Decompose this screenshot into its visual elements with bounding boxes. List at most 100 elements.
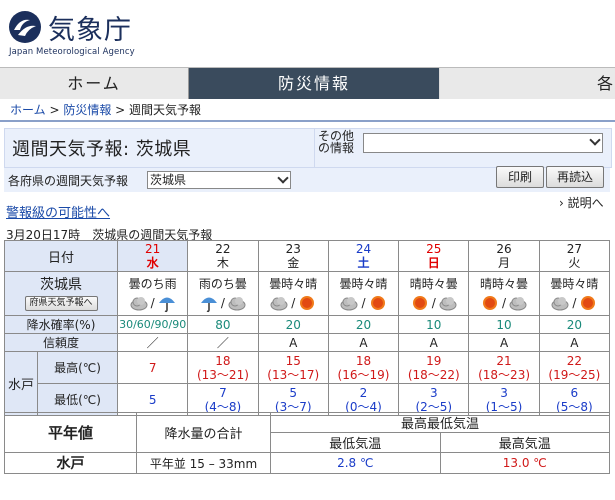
logo-text-jp[interactable]: 気象庁	[48, 8, 132, 47]
max-temp: 21	[496, 353, 512, 368]
min-temp: 2	[359, 385, 368, 400]
day-of-week: 火	[568, 256, 581, 270]
sun-icon	[483, 295, 498, 310]
max-temp: 18	[215, 353, 231, 368]
pref-select[interactable]: 茨城県	[147, 171, 291, 189]
reliability-cell: A	[468, 333, 540, 352]
min-temp: 3	[429, 385, 438, 400]
slash-separator: /	[361, 295, 366, 310]
max-temp: 19	[426, 353, 442, 368]
min-temp: 5	[289, 385, 298, 400]
reliability-cell: ／	[117, 333, 189, 352]
explanation-link-label: 説明へ	[567, 196, 604, 210]
reliability-cell: A	[327, 333, 400, 352]
nav-bousai[interactable]: 防災情報	[189, 68, 439, 99]
pop-label: 降水確率(%)	[3, 315, 119, 334]
weather-cell: 曇時々晴 /	[257, 271, 329, 316]
max-temp-normal-label: 最高気温	[439, 432, 610, 453]
min-temp-cell: 3 (2～5)	[398, 383, 470, 416]
pop-cell: 20	[327, 315, 400, 334]
region-cell: 茨城県 府県天気予報へ	[3, 271, 119, 316]
slash-separator: /	[220, 295, 225, 310]
weather-cell: 晴時々曇 /	[398, 271, 470, 316]
min-temp-label: 最低(℃)	[36, 383, 119, 416]
normals-value-row: 水戸 平年並 15 – 33mm 2.8 ℃ 13.0 ℃	[4, 452, 610, 474]
min-temp: 3	[500, 385, 508, 400]
sun-icon	[370, 295, 385, 310]
day-of-week: 土	[357, 256, 370, 270]
pop-cell: 80	[187, 315, 259, 334]
cloud-icon	[228, 296, 246, 310]
max-temp: 22	[566, 353, 582, 368]
weather-cell: 晴時々曇 /	[468, 271, 540, 316]
global-nav: ホーム 防災情報 各	[0, 67, 615, 99]
slash-separator: /	[150, 295, 155, 310]
page-title: 週間天気予報: 茨城県	[12, 139, 192, 160]
slash-separator: /	[431, 295, 436, 310]
max-temp-row: 水戸 最高(℃) 7 18 (13～21) 15 (13～17) 18 (16～19)…	[4, 351, 611, 416]
print-button[interactable]: 印刷	[496, 166, 544, 188]
date-number: 21	[145, 242, 161, 256]
max-temp-range: (19～25)	[548, 367, 601, 382]
nav-more[interactable]: 各	[440, 68, 615, 99]
weather-text: 晴時々曇	[409, 276, 458, 291]
nav-home[interactable]: ホーム	[0, 68, 189, 99]
min-temp-cell: 3 (1～5)	[468, 383, 540, 416]
max-temp-cell: 18 (13～21)	[187, 351, 259, 384]
min-temp: 5	[148, 392, 157, 407]
sun-icon	[300, 295, 315, 310]
day-of-week: 木	[216, 256, 229, 270]
max-temp-range: (13～17)	[267, 367, 320, 382]
date-cell: 21 水	[117, 240, 189, 272]
pop-row: 降水確率(%) 30/60/90/90 80 20 20 10 10 20	[3, 315, 611, 334]
max-temp: 15	[285, 353, 301, 368]
weekly-forecast-table: 日付 21 水 22 木 23 金 24 土 25 日 26 月 27 火 茨城県 府県天気予…	[3, 240, 611, 416]
pop-cell: 10	[468, 315, 540, 334]
normals-table: 平年値 降水量の合計 最高最低気温 最低気温 最高気温 水戸 平年並 15 – …	[4, 412, 610, 474]
pop-cell: 20	[538, 315, 611, 334]
normals-header-row: 平年値 降水量の合計 最高最低気温	[4, 412, 610, 453]
other-info-select[interactable]	[363, 133, 603, 153]
normals-heading: 平年値	[4, 412, 137, 453]
pref-forecast-button[interactable]: 府県天気予報へ	[24, 295, 98, 311]
max-temp-cell: 18 (16～19)	[327, 351, 400, 384]
max-temp-cell: 22 (19～25)	[538, 351, 611, 384]
min-temp-cell: 7 (4～8)	[187, 383, 259, 416]
max-temp-label: 最高(℃)	[36, 351, 119, 384]
min-temp-normal: 2.8 ℃	[270, 452, 441, 474]
region-name: 茨城県	[40, 276, 82, 293]
breadcrumb-home[interactable]: ホーム	[10, 103, 46, 117]
date-cell: 24 土	[327, 240, 400, 272]
explanation-link[interactable]: › 説明へ	[559, 194, 604, 211]
min-temp: 6	[570, 385, 579, 400]
weather-icons: /	[540, 293, 609, 313]
chevron-down-icon	[589, 134, 601, 146]
date-header: 日付	[3, 240, 119, 272]
pref-label: 各府県の週間天気予報	[8, 174, 129, 188]
max-temp-cell: 7	[117, 351, 189, 384]
warning-level-link[interactable]: 警報級の可能性へ	[6, 202, 110, 221]
umbrella-icon	[158, 297, 175, 312]
weather-cell: 曇のち雨 /	[117, 271, 189, 316]
breadcrumb-bousai[interactable]: 防災情報	[63, 103, 111, 117]
slash-separator: /	[572, 295, 577, 310]
weather-icons: /	[259, 293, 328, 313]
date-number: 24	[355, 242, 372, 256]
date-cell: 25 日	[398, 240, 470, 272]
weather-cell: 曇時々晴 /	[538, 271, 611, 316]
day-of-week: 水	[146, 256, 159, 270]
date-cell: 23 金	[257, 240, 329, 272]
day-of-week: 日	[427, 256, 440, 270]
reliability-label: 信頼度	[3, 333, 119, 352]
date-number: 23	[285, 242, 301, 256]
umbrella-icon	[200, 297, 217, 312]
reload-button[interactable]: 再読込	[546, 166, 604, 188]
date-cell: 22 木	[187, 240, 259, 272]
pop-cell: 20	[257, 315, 329, 334]
jma-logo-icon[interactable]	[8, 10, 42, 44]
cloud-icon	[439, 296, 457, 310]
weather-text: 晴時々曇	[480, 276, 529, 291]
min-temp-cell: 5 (3～7)	[257, 383, 329, 416]
cloud-icon	[340, 296, 358, 310]
weather-row: 茨城県 府県天気予報へ 曇のち雨 / 雨のち曇 / 曇時々晴 / 曇時々晴 / …	[3, 271, 611, 316]
